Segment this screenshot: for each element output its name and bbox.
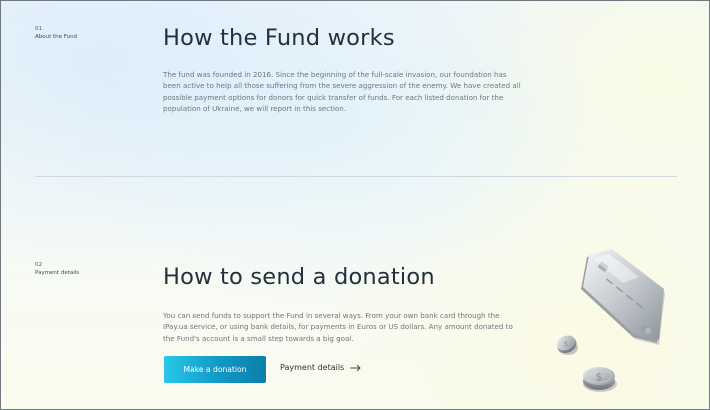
section-label: Payment details — [35, 270, 80, 276]
paragraph-line: the Fund's account is a small step towar… — [163, 333, 354, 343]
paragraph-line: You can send funds to support the Fund i… — [163, 311, 500, 320]
page: 01 About the Fund How the Fund works The… — [0, 0, 710, 410]
section-title: How to send a donation — [163, 264, 435, 290]
bank-card-icon — [581, 249, 665, 345]
payment-details-link[interactable]: Payment details — [280, 363, 361, 372]
svg-text:$: $ — [596, 372, 602, 383]
section-number: 02 — [35, 262, 43, 268]
section-label: About the Fund — [35, 34, 78, 40]
section-number: 01 — [35, 26, 43, 32]
payment-details-label: Payment details — [280, 363, 345, 372]
bank-card-and-coins-illustration: $ $ — [556, 249, 665, 392]
paragraph-line: IPay.ua service, or using bank details, … — [163, 322, 513, 332]
section-divider — [35, 176, 677, 177]
paragraph-line: been active to help all those suffering … — [163, 81, 521, 91]
section-title: How the Fund works — [163, 25, 395, 51]
paragraph-line: The fund was founded in 2016. Since the … — [163, 70, 507, 79]
coin-icon: $ — [583, 367, 617, 392]
make-donation-button[interactable]: Make a donation — [164, 356, 266, 383]
paragraph-line: population of Ukraine, we will report in… — [163, 103, 347, 113]
section-description: You can send funds to support the Fund i… — [163, 310, 513, 344]
arrow-right-icon — [350, 364, 361, 371]
svg-text:$: $ — [564, 340, 568, 348]
section-description: The fund was founded in 2016. Since the … — [163, 69, 521, 114]
paragraph-line: possible payment options for donors for … — [163, 92, 504, 102]
coin-icon: $ — [556, 335, 578, 355]
